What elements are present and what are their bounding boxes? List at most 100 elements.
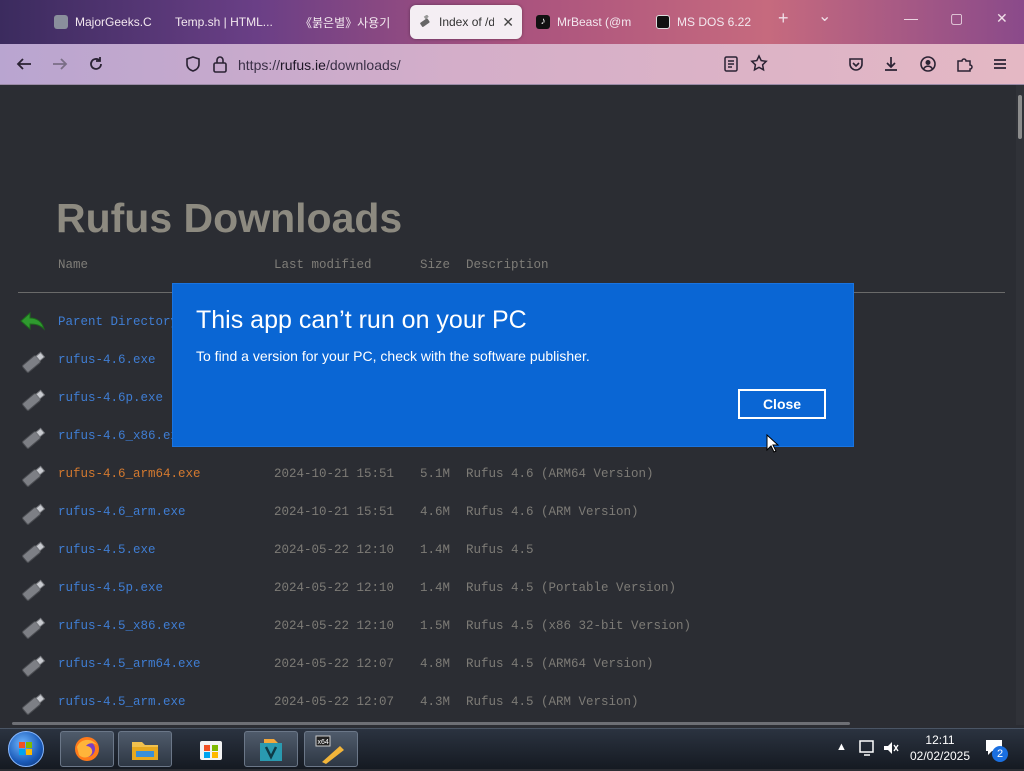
file-description: Rufus 4.6 (ARM Version) <box>466 505 639 519</box>
action-center-flag-icon[interactable] <box>858 739 876 762</box>
forward-arrow-icon[interactable] <box>48 52 72 76</box>
column-header-size[interactable]: Size <box>420 258 450 272</box>
tab-title: MajorGeeks.C <box>75 15 152 29</box>
file-description: Rufus 4.5 (ARM64 Version) <box>466 657 654 671</box>
tab-title: Temp.sh | HTML... <box>175 15 273 29</box>
file-link[interactable]: rufus-4.5p.exe <box>58 581 163 595</box>
tab-temp-sh[interactable]: Temp.sh | HTML... <box>175 5 287 39</box>
file-link[interactable]: rufus-4.5.exe <box>58 543 156 557</box>
extensions-puzzle-icon[interactable] <box>952 52 976 76</box>
browser-tab-strip: MajorGeeks.C Temp.sh | HTML... 《붉은별》사용기 … <box>0 0 1024 44</box>
usb-drive-file-icon <box>18 347 48 382</box>
file-row[interactable]: rufus-4.6_arm.exe 2024-10-21 15:51 4.6M Ruf… <box>0 501 1000 539</box>
file-link[interactable]: rufus-4.6p.exe <box>58 391 163 405</box>
hamburger-menu-icon[interactable] <box>988 52 1012 76</box>
file-modified-date: 2024-05-22 12:07 <box>274 657 395 671</box>
minimize-button[interactable]: — <box>904 10 918 26</box>
file-link[interactable]: rufus-4.6_arm.exe <box>58 505 186 519</box>
clock-date: 02/02/2025 <box>909 749 971 763</box>
file-link[interactable]: rufus-4.5_x86.exe <box>58 619 186 633</box>
usb-drive-file-icon <box>18 613 48 648</box>
file-size: 1.4M <box>420 581 451 595</box>
vertical-scrollbar-track[interactable] <box>1016 85 1024 725</box>
volume-muted-icon[interactable] <box>882 739 900 762</box>
column-header-name[interactable]: Name <box>58 258 88 272</box>
column-header-modified[interactable]: Last modified <box>274 258 372 272</box>
usb-drive-file-icon <box>18 689 48 724</box>
dialog-title: This app can’t run on your PC <box>196 306 527 334</box>
mouse-cursor-icon <box>766 433 780 459</box>
tab-mrbeast[interactable]: ♪ MrBeast (@m <box>536 5 636 39</box>
file-modified-date: 2024-10-21 15:51 <box>274 467 395 481</box>
back-arrow-icon[interactable] <box>12 52 36 76</box>
tab-ms-dos[interactable]: MS DOS 6.22 <box>656 5 756 39</box>
file-row[interactable]: rufus-4.6_arm64.exe 2024-10-21 15:51 5.1M R… <box>0 463 1000 501</box>
column-header-description[interactable]: Description <box>466 258 549 272</box>
file-modified-date: 2024-05-22 12:10 <box>274 619 395 633</box>
firefox-taskbar-icon[interactable] <box>60 731 114 767</box>
microsoft-store-taskbar-icon[interactable] <box>184 731 238 767</box>
file-description: Rufus 4.5 (x86 32-bit Version) <box>466 619 692 633</box>
maximize-button[interactable]: ▢ <box>950 10 963 27</box>
show-hidden-icons-arrow-icon[interactable]: ▲ <box>836 741 847 753</box>
close-window-button[interactable]: ✕ <box>996 10 1008 27</box>
tiktok-favicon-icon: ♪ <box>536 15 550 29</box>
start-orb-icon[interactable] <box>8 731 44 767</box>
page-title: Rufus Downloads <box>56 195 403 241</box>
new-tab-button[interactable]: + <box>778 8 789 29</box>
file-row[interactable]: rufus-4.5_arm.exe 2024-05-22 12:07 4.3M Ruf… <box>0 691 1000 725</box>
file-link[interactable]: rufus-4.6_x86.exe <box>58 429 186 443</box>
file-explorer-taskbar-icon[interactable] <box>118 731 172 767</box>
file-size: 1.5M <box>420 619 451 633</box>
file-modified-date: 2024-05-22 12:10 <box>274 581 395 595</box>
close-tab-icon[interactable]: ✕ <box>502 14 514 31</box>
reload-icon[interactable] <box>84 52 108 76</box>
url-path: /downloads/ <box>325 57 401 73</box>
system-clock[interactable]: 12:11 02/02/2025 <box>900 732 980 764</box>
url-text[interactable]: https://rufus.ie/downloads/ <box>238 57 401 73</box>
usb-drive-file-icon <box>18 385 48 420</box>
url-bar[interactable]: https://rufus.ie/downloads/ <box>176 50 780 78</box>
url-scheme: https:// <box>238 57 281 73</box>
tracking-protection-shield-icon[interactable] <box>184 55 202 78</box>
reader-view-icon[interactable] <box>723 55 739 78</box>
file-link[interactable]: rufus-4.5_arm.exe <box>58 695 186 709</box>
parent-directory-link[interactable]: Parent Directory <box>58 315 178 329</box>
file-row[interactable]: rufus-4.5p.exe 2024-05-22 12:10 1.4M Rufus … <box>0 577 1000 615</box>
usb-drive-favicon-icon <box>418 14 432 29</box>
file-link[interactable]: rufus-4.6_arm64.exe <box>58 467 201 481</box>
file-size: 4.6M <box>420 505 451 519</box>
file-link[interactable]: rufus-4.6.exe <box>58 353 156 367</box>
app-cant-run-dialog: This app can’t run on your PC To find a … <box>172 283 854 447</box>
x64-app-taskbar-icon[interactable]: x64 <box>304 731 358 767</box>
file-link[interactable]: rufus-4.5_arm64.exe <box>58 657 201 671</box>
tab-index-of-downloads[interactable]: Index of /d ✕ <box>410 5 522 39</box>
notification-count-badge: 2 <box>992 746 1008 762</box>
file-size: 4.8M <box>420 657 451 671</box>
vertical-scrollbar-thumb[interactable] <box>1018 95 1022 139</box>
file-modified-date: 2024-05-22 12:07 <box>274 695 395 709</box>
usb-drive-file-icon <box>18 537 48 572</box>
bookmark-star-icon[interactable] <box>750 54 768 77</box>
padlock-icon[interactable] <box>212 55 228 78</box>
portable-app-taskbar-icon[interactable] <box>244 731 298 767</box>
account-icon[interactable] <box>916 52 940 76</box>
clock-time: 12:11 <box>925 733 955 747</box>
tab-title: MS DOS 6.22 <box>677 15 752 29</box>
url-host: rufus.ie <box>280 57 326 73</box>
close-button[interactable]: Close <box>738 389 826 419</box>
downloads-icon[interactable] <box>879 52 903 76</box>
list-all-tabs-button[interactable]: ⌄ <box>818 6 831 26</box>
horizontal-scrollbar[interactable] <box>12 722 850 725</box>
tab-title: 《붉은별》사용기 <box>300 15 391 30</box>
tab-majorgeeks[interactable]: MajorGeeks.C <box>54 5 154 39</box>
windows-taskbar: x64 ▲ 12:11 02/02/2025 2 <box>0 728 1024 769</box>
pocket-icon[interactable] <box>844 52 868 76</box>
file-row[interactable]: rufus-4.5.exe 2024-05-22 12:10 1.4M Rufus 4… <box>0 539 1000 577</box>
file-row[interactable]: rufus-4.5_x86.exe 2024-05-22 12:10 1.5M Ruf… <box>0 615 1000 653</box>
notifications-icon[interactable]: 2 <box>984 738 1008 763</box>
tab-korean-article[interactable]: 《붉은별》사용기 <box>300 5 392 39</box>
file-description: Rufus 4.5 (Portable Version) <box>466 581 677 595</box>
file-row[interactable]: rufus-4.5_arm64.exe 2024-05-22 12:07 4.8M R… <box>0 653 1000 691</box>
file-description: Rufus 4.5 (ARM Version) <box>466 695 639 709</box>
